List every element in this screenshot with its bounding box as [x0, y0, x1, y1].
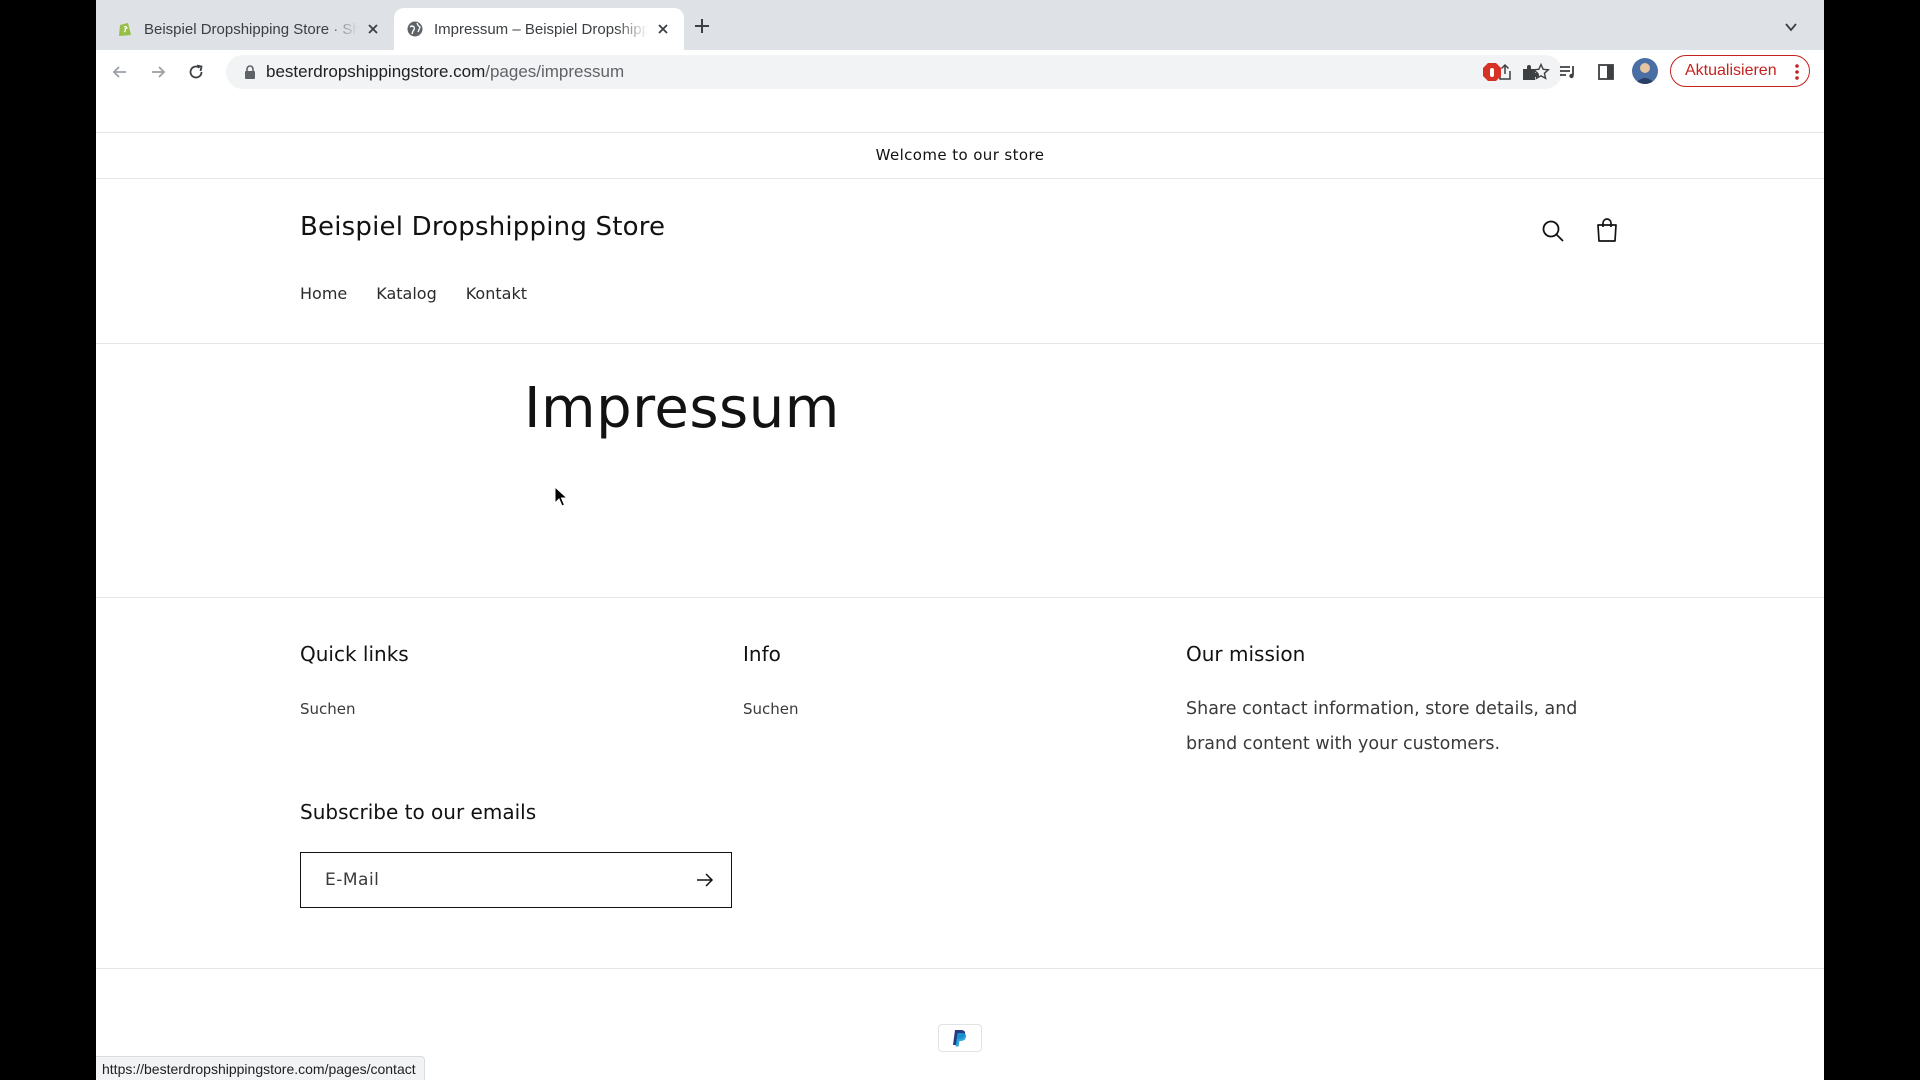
- divider: [96, 343, 1824, 344]
- browser-toolbar: besterdropshippingstore.com/pages/impres…: [96, 50, 1824, 94]
- close-icon[interactable]: [654, 20, 672, 38]
- browser-window: Beispiel Dropshipping Store · Shopify Im…: [96, 0, 1824, 1080]
- side-panel-icon[interactable]: [1596, 62, 1616, 82]
- paypal-badge: [938, 1024, 982, 1052]
- profile-avatar[interactable]: [1632, 58, 1658, 84]
- divider: [96, 132, 1824, 133]
- close-icon[interactable]: [364, 20, 382, 38]
- arrow-right-icon[interactable]: [695, 871, 715, 889]
- footer-link-suchen[interactable]: Suchen: [743, 700, 799, 718]
- nav-home[interactable]: Home: [300, 284, 347, 303]
- footer-heading-mission: Our mission: [1186, 642, 1306, 666]
- tab-title: Impressum – Beispiel Dropshipping Store: [434, 20, 648, 38]
- main-nav: Home Katalog Kontakt: [300, 284, 527, 303]
- web-page: Welcome to our store Beispiel Dropshippi…: [96, 94, 1824, 1080]
- tab-shopify[interactable]: Beispiel Dropshipping Store · Shopify: [104, 8, 394, 50]
- tab-title: Beispiel Dropshipping Store · Shopify: [144, 20, 358, 38]
- divider: [96, 597, 1824, 598]
- address-bar[interactable]: besterdropshippingstore.com/pages/impres…: [226, 55, 1562, 89]
- mission-text: Share contact information, store details…: [1186, 699, 1578, 754]
- email-field[interactable]: [301, 853, 681, 907]
- globe-icon: [407, 21, 423, 37]
- url-text[interactable]: besterdropshippingstore.com/pages/impres…: [266, 62, 624, 82]
- status-bar-url: https://besterdropshippingstore.com/page…: [96, 1056, 425, 1080]
- more-vert-icon[interactable]: [1795, 63, 1799, 81]
- shopify-icon: [119, 23, 131, 36]
- chevron-down-icon[interactable]: [1784, 20, 1798, 34]
- update-label: Aktualisieren: [1685, 62, 1777, 79]
- footer-link-suchen[interactable]: Suchen: [300, 700, 356, 718]
- page-title: Impressum: [524, 376, 840, 441]
- store-title[interactable]: Beispiel Dropshipping Store: [300, 212, 665, 242]
- tab-strip: Beispiel Dropshipping Store · Shopify Im…: [96, 0, 1824, 50]
- media-control-icon[interactable]: [1558, 62, 1578, 82]
- extensions-icon[interactable]: [1520, 62, 1540, 82]
- announcement-bar: Welcome to our store: [875, 146, 1045, 164]
- cart-icon[interactable]: [1594, 216, 1620, 244]
- footer-heading-quick-links: Quick links: [300, 642, 409, 666]
- tab-impressum[interactable]: Impressum – Beispiel Dropshipping Store: [394, 8, 684, 50]
- nav-kontakt[interactable]: Kontakt: [466, 284, 527, 303]
- mouse-cursor-icon: [554, 486, 568, 507]
- divider: [96, 178, 1824, 179]
- nav-katalog[interactable]: Katalog: [376, 284, 436, 303]
- newsletter-heading: Subscribe to our emails: [300, 800, 537, 824]
- adblock-icon[interactable]: [1482, 62, 1502, 82]
- newsletter-form: [300, 852, 732, 908]
- new-tab-icon[interactable]: [692, 16, 712, 36]
- lock-icon[interactable]: [244, 65, 256, 79]
- back-icon[interactable]: [110, 62, 130, 82]
- search-icon[interactable]: [1540, 218, 1566, 244]
- forward-icon[interactable]: [148, 62, 168, 82]
- paypal-icon: [953, 1030, 967, 1047]
- update-button[interactable]: Aktualisieren: [1670, 55, 1810, 87]
- reload-icon[interactable]: [186, 62, 206, 82]
- divider: [96, 968, 1824, 969]
- footer-heading-info: Info: [743, 642, 781, 666]
- avatar-icon: [1632, 58, 1658, 84]
